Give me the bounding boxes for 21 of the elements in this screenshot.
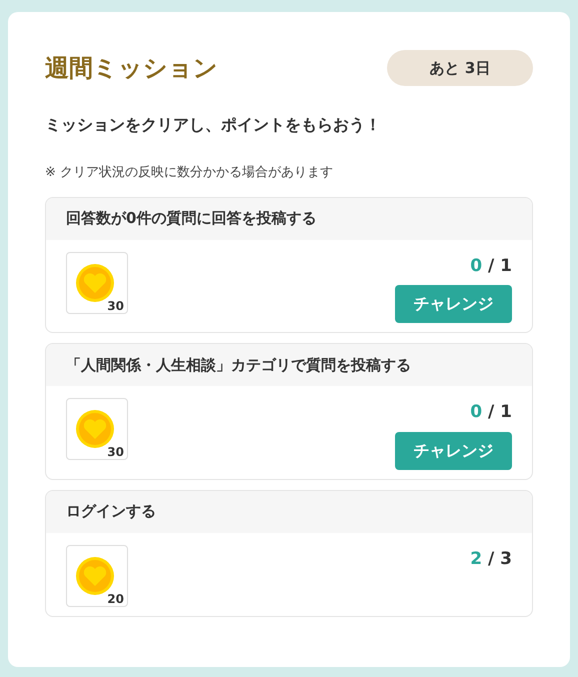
points-value: 30 bbox=[107, 446, 124, 458]
heart-coin-icon bbox=[76, 264, 114, 302]
progress-total: / 1 bbox=[488, 254, 512, 278]
points-value: 20 bbox=[107, 592, 124, 604]
mission-name: 「人間関係・人生相談」カテゴリで質問を投稿する bbox=[66, 354, 411, 376]
progress-total: / 1 bbox=[488, 401, 512, 424]
days-remaining-badge: あと 3日 bbox=[387, 50, 533, 86]
progress-done: 0 bbox=[470, 401, 482, 424]
page-title: 週間ミッション bbox=[45, 53, 218, 84]
progress-done: 2 bbox=[470, 548, 482, 570]
mission-name: ログインする bbox=[66, 501, 156, 522]
note: ※ クリア状況の反映に数分かかる場合があります bbox=[45, 164, 334, 182]
heart-coin-icon bbox=[76, 410, 114, 448]
progress-total: / 3 bbox=[488, 548, 512, 570]
mission-name: 回答数が0件の質問に回答を投稿する bbox=[66, 208, 316, 230]
heart-coin-icon bbox=[76, 556, 114, 594]
challenge-button[interactable]: チャレンジ bbox=[395, 285, 512, 323]
points-value: 30 bbox=[107, 300, 124, 312]
subtitle: ミッションをクリアし、ポイントをもらおう！ bbox=[45, 114, 382, 136]
challenge-button[interactable]: チャレンジ bbox=[395, 432, 512, 470]
progress-done: 0 bbox=[470, 254, 482, 278]
